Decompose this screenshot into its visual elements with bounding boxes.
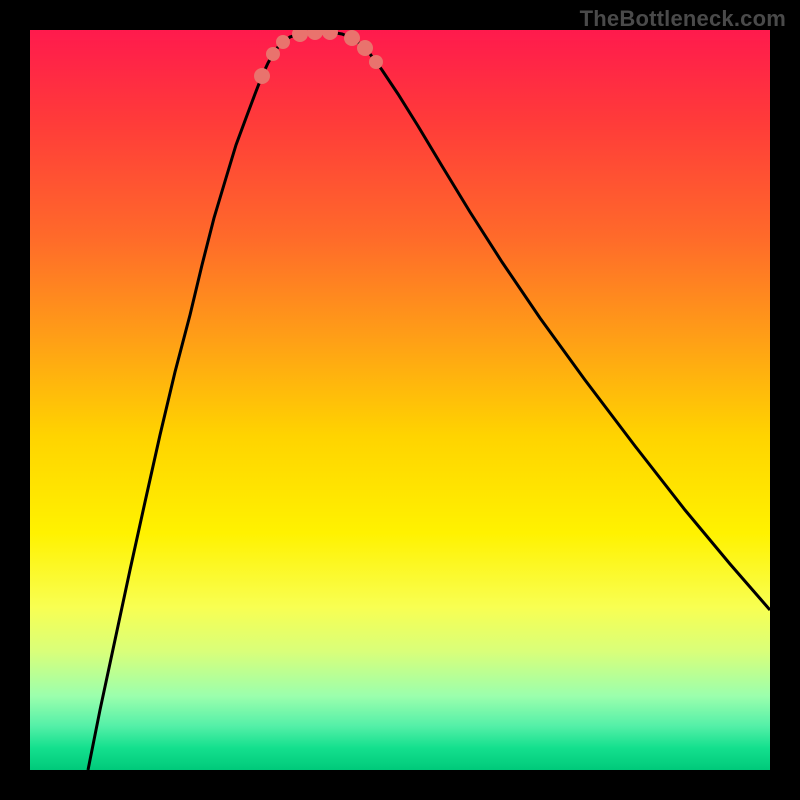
watermark-text: TheBottleneck.com <box>580 6 786 32</box>
curve-marker <box>276 35 290 49</box>
left-curve <box>88 32 330 770</box>
curve-marker <box>266 47 280 61</box>
curve-marker <box>357 40 373 56</box>
curve-marker <box>307 30 323 40</box>
curve-marker <box>322 30 338 40</box>
curve-markers <box>254 30 383 84</box>
right-curve <box>330 32 770 610</box>
curve-marker <box>369 55 383 69</box>
curve-marker <box>344 30 360 46</box>
curve-layer <box>30 30 770 770</box>
curve-marker <box>292 30 308 42</box>
curve-marker <box>254 68 270 84</box>
chart-frame: TheBottleneck.com <box>0 0 800 800</box>
